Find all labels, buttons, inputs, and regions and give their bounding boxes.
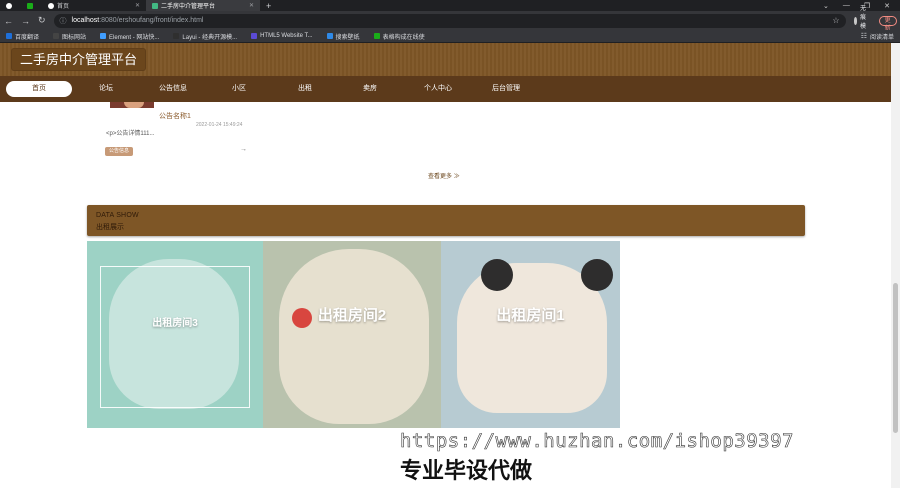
- bookmark-item[interactable]: 百度翻译: [6, 32, 39, 41]
- notice-category-badge: 公告信息: [105, 147, 134, 156]
- incognito-icon: [853, 16, 858, 25]
- update-button[interactable]: 更新 ⋮: [878, 15, 897, 40]
- notice-summary: <p>公告详情111...: [106, 131, 155, 137]
- browser-tab-active[interactable]: 二手房中介管理平台 ✕: [146, 0, 260, 11]
- chevron-down-icon[interactable]: ⌄: [823, 2, 829, 10]
- close-icon[interactable]: ✕: [249, 2, 254, 9]
- bookmark-icon: [173, 33, 180, 39]
- nav-profile[interactable]: 个人中心: [412, 81, 464, 97]
- folder-icon: [53, 33, 60, 39]
- watermark-text: https://www.huzhan.com/ishop39397: [400, 430, 794, 453]
- minimize-icon[interactable]: —: [843, 2, 850, 10]
- view-more-link[interactable]: 查看更多 ≫: [428, 171, 460, 180]
- nav-notices[interactable]: 公告信息: [148, 81, 198, 97]
- bookmark-item[interactable]: HTML5 Website T...: [251, 33, 313, 39]
- rental-card[interactable]: 出租房间1: [441, 241, 620, 428]
- app-icon: [27, 2, 33, 9]
- nav-community[interactable]: 小区: [220, 81, 258, 97]
- section-title: 出租展示: [96, 224, 124, 231]
- bookmark-item[interactable]: 表格构成在线使: [373, 32, 425, 41]
- bookmark-item[interactable]: Element - 网站快...: [100, 32, 159, 41]
- section-header: DATA SHOW 出租展示: [87, 205, 805, 236]
- bookmark-item[interactable]: 搜索壁纸: [326, 32, 360, 41]
- url-field[interactable]: ⓘ localhost:8080/ershoufang/front/index.…: [53, 13, 846, 28]
- reload-icon[interactable]: ↻: [38, 15, 46, 26]
- close-icon[interactable]: ✕: [135, 2, 140, 9]
- cat-hat-ear: [581, 259, 613, 291]
- forward-icon[interactable]: →: [21, 16, 30, 26]
- site-header: 二手房中介管理平台: [0, 43, 891, 76]
- info-icon[interactable]: ⓘ: [60, 16, 67, 26]
- browser-tab-strip: 首页 ✕ 二手房中介管理平台 ✕ + ⌄ — ❐ ✕: [0, 0, 900, 11]
- site-title[interactable]: 二手房中介管理平台: [11, 48, 147, 71]
- nav-rent[interactable]: 出租: [286, 81, 324, 97]
- new-tab-button[interactable]: +: [260, 1, 277, 11]
- hover-frame: [100, 266, 250, 408]
- rental-card-title: 出租房间1: [496, 307, 565, 324]
- github-icon: [6, 2, 12, 9]
- close-icon[interactable]: ✕: [884, 2, 890, 10]
- puppy-image: [279, 249, 429, 424]
- bookmark-item[interactable]: 图标网站: [53, 32, 86, 41]
- scrollbar-thumb[interactable]: [893, 283, 898, 433]
- cat-hat-ear: [481, 259, 513, 291]
- promo-caption: 专业毕设代做: [400, 458, 533, 483]
- bookmark-icon: [6, 33, 12, 39]
- bookmarks-bar: 百度翻译 图标网站 Element - 网站快... Layui - 经典开源模…: [0, 30, 900, 43]
- bookmark-item[interactable]: Layui - 经典开源模...: [173, 32, 237, 41]
- bookmark-icon: [100, 33, 107, 39]
- rental-card-title: 出租房间3: [152, 318, 198, 329]
- page-scrollbar[interactable]: [891, 43, 900, 488]
- nav-home[interactable]: 首页: [6, 81, 72, 97]
- notice-title[interactable]: 公告名称1: [159, 111, 191, 121]
- vue-icon: [152, 2, 158, 9]
- main-nav: 首页 论坛 公告信息 小区 出租 卖房 个人中心 后台管理: [0, 76, 891, 102]
- rental-card-title: 出租房间2: [317, 307, 387, 324]
- rental-card[interactable]: 出租房间2: [263, 241, 441, 428]
- bookmark-icon: [251, 33, 258, 39]
- arrow-right-icon[interactable]: →: [240, 146, 247, 153]
- reading-list-icon: ☷: [860, 33, 867, 40]
- address-bar: ← → ↻ ⓘ localhost:8080/ershoufang/front/…: [0, 6, 900, 40]
- browser-tab-home[interactable]: 首页 ✕: [42, 0, 146, 11]
- notice-image[interactable]: [110, 102, 154, 108]
- nav-forum[interactable]: 论坛: [86, 81, 126, 97]
- nav-sell[interactable]: 卖房: [351, 81, 389, 97]
- back-icon[interactable]: ←: [4, 16, 13, 26]
- reading-list-button[interactable]: ☷ 阅读清单: [861, 32, 894, 41]
- notice-time: 2022-01-24 15:49:24: [196, 122, 243, 128]
- browser-tab[interactable]: [21, 0, 42, 11]
- bookmark-icon: [326, 33, 333, 39]
- section-title-en: DATA SHOW: [96, 212, 139, 219]
- nav-admin[interactable]: 后台管理: [480, 81, 532, 97]
- rental-card[interactable]: 出租房间3: [87, 241, 263, 428]
- url-host: localhost: [71, 17, 100, 24]
- url-path: :8080/ershoufang/front/index.html: [99, 17, 204, 24]
- github-icon: [48, 2, 54, 9]
- browser-tab[interactable]: [0, 0, 21, 11]
- star-icon[interactable]: ☆: [832, 16, 839, 25]
- bookmark-icon: [373, 33, 380, 39]
